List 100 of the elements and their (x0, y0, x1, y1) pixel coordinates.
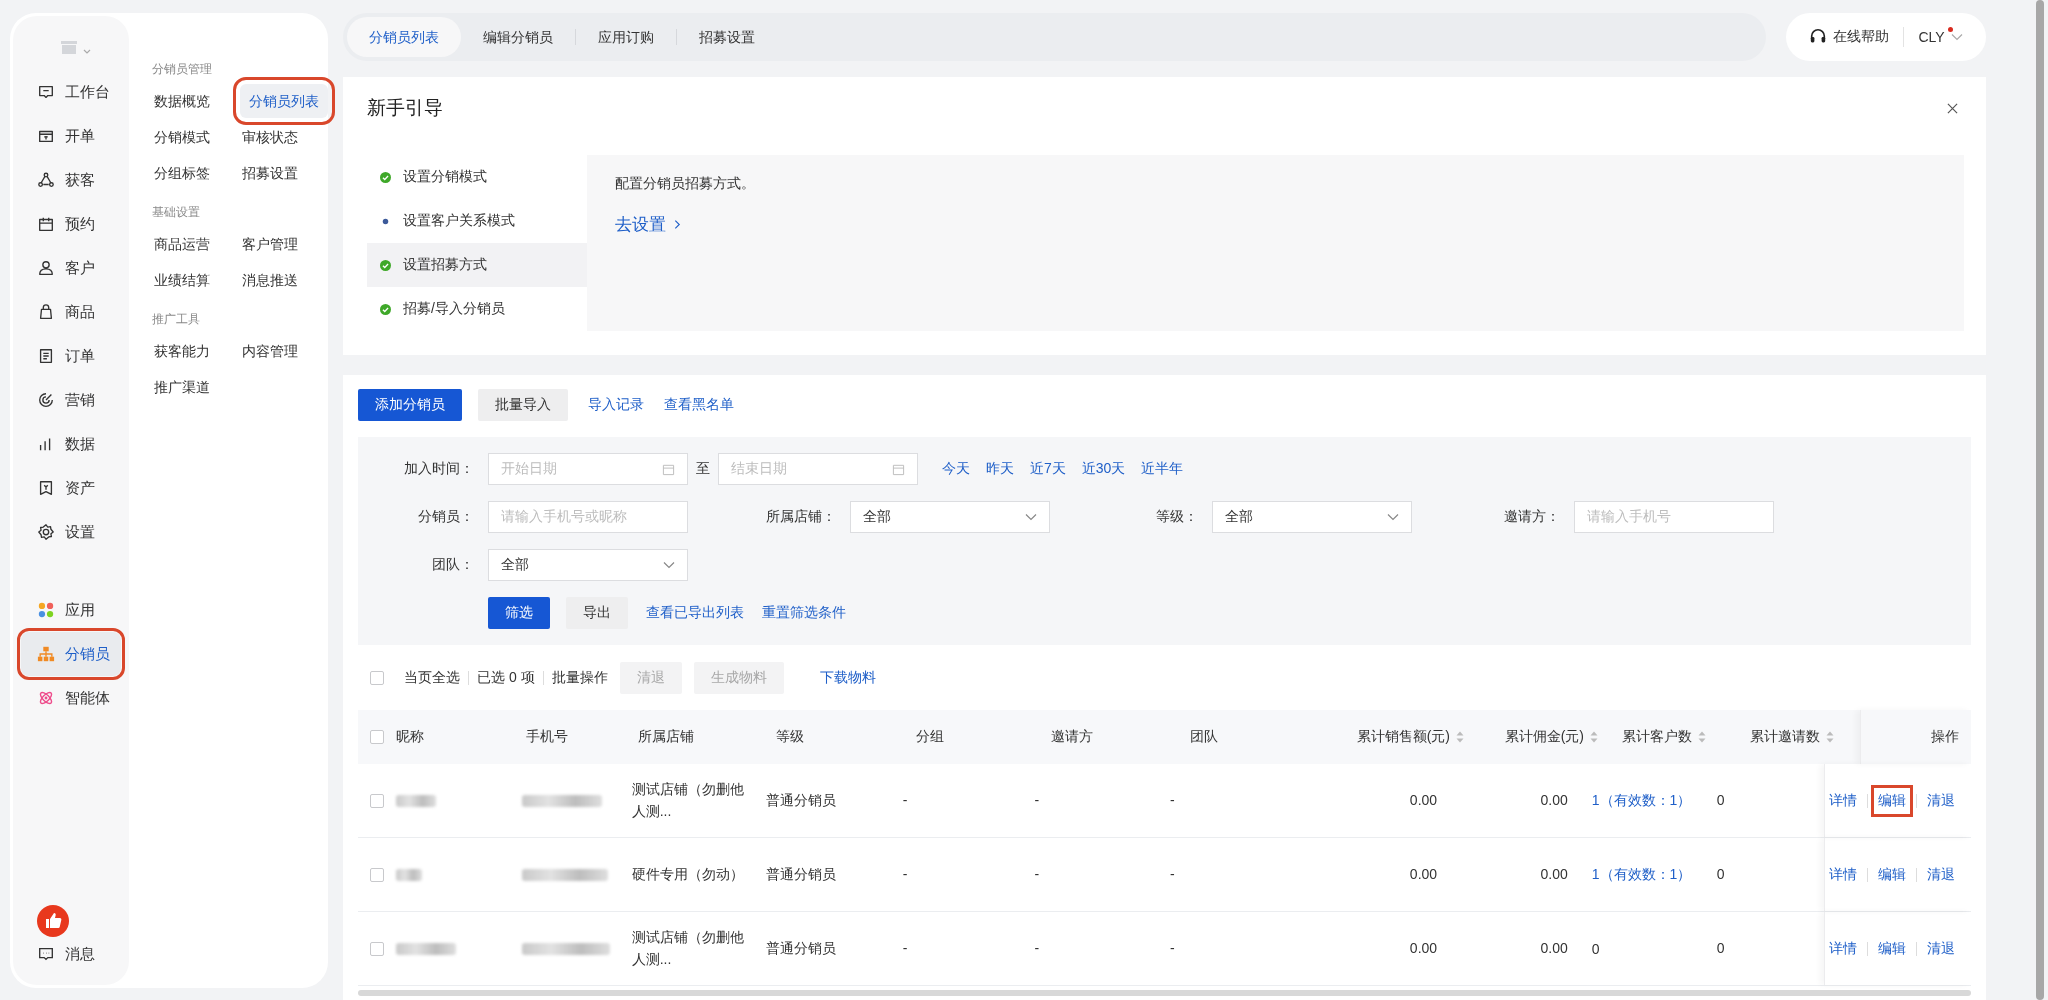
row-action-link[interactable]: 清退 (1923, 861, 1959, 888)
select-field[interactable]: 全部 (850, 501, 1050, 533)
checkbox[interactable] (370, 867, 384, 882)
row-action-link[interactable]: 清退 (1923, 935, 1959, 962)
tab[interactable]: 应用订购 (576, 17, 676, 57)
checkbox[interactable] (370, 671, 384, 685)
quick-date-link[interactable]: 近7天 (1030, 460, 1066, 478)
export-button[interactable]: 导出 (566, 597, 628, 629)
batch-ops-label: 批量操作 (551, 669, 608, 687)
row-action-link[interactable]: 编辑 (1874, 861, 1910, 888)
submenu-item[interactable]: 业绩结算 (152, 263, 240, 297)
redacted-text (395, 942, 456, 955)
table-cell-text: - (1170, 938, 1175, 958)
column-header[interactable]: 累计客户数 (1622, 728, 1706, 746)
quick-date-link[interactable]: 近半年 (1141, 460, 1184, 478)
customer-count-link[interactable]: 1（有效数：1） (1591, 791, 1692, 810)
nav-item[interactable]: 开单 (21, 114, 121, 158)
ticket-icon (37, 479, 55, 497)
select-all-label: 当页全选 (404, 669, 460, 687)
table-cell-text: 0 (1716, 864, 1725, 884)
table-cell-text: - (1170, 790, 1175, 810)
table-cell-text: 硬件专用（勿动） (631, 864, 744, 884)
nav-item[interactable]: 预约 (21, 202, 121, 246)
select-field[interactable]: 全部 (1212, 501, 1412, 533)
quick-date-link[interactable]: 今天 (942, 460, 970, 478)
guide-step[interactable]: 招募/导入分销员 (367, 287, 587, 331)
submenu-item[interactable]: 审核状态 (240, 120, 328, 154)
nav-item[interactable]: 智能体 (21, 676, 121, 720)
bag-icon (37, 303, 55, 321)
scrollbar[interactable] (358, 990, 1971, 996)
submenu-item[interactable]: 获客能力 (152, 334, 240, 368)
quick-date-link[interactable]: 昨天 (986, 460, 1014, 478)
submenu-item[interactable]: 分组标签 (152, 156, 240, 190)
guide-step[interactable]: 设置招募方式 (367, 243, 587, 287)
tab[interactable]: 分销员列表 (347, 17, 461, 57)
download-link[interactable]: 下载物料 (819, 669, 876, 687)
guide-step[interactable]: 设置分销模式 (367, 155, 587, 199)
submenu-item[interactable]: 消息推送 (240, 263, 328, 297)
table-cell-text: - (902, 864, 908, 884)
nav-item[interactable]: 数据 (21, 422, 121, 466)
close-icon[interactable] (1947, 102, 1958, 114)
field-label: 团队： (431, 556, 475, 574)
toolbar-link[interactable]: 导入记录 (588, 396, 644, 414)
guide-step[interactable]: 设置客户关系模式 (367, 199, 587, 243)
nav-item[interactable]: 客户 (21, 246, 121, 290)
nav-item[interactable]: 设置 (21, 510, 121, 554)
batch-import-button[interactable]: 批量导入 (478, 389, 568, 421)
setup-link[interactable]: 去设置 (615, 213, 681, 236)
row-action-link[interactable]: 编辑 (1874, 787, 1910, 814)
target-icon (37, 391, 55, 409)
column-header[interactable]: 累计销售额(元) (1356, 728, 1464, 746)
document-icon (37, 347, 55, 365)
nav-item[interactable]: 营销 (21, 378, 121, 422)
help-button[interactable]: 在线帮助 (1809, 28, 1890, 46)
filter-link[interactable]: 重置筛选条件 (762, 604, 846, 622)
nav-item[interactable]: 资产 (21, 466, 121, 510)
nav-item[interactable]: 应用 (21, 588, 121, 632)
submenu-item[interactable]: 分销模式 (152, 120, 240, 154)
submenu-item[interactable]: 客户管理 (240, 227, 328, 261)
row-action-link[interactable]: 详情 (1825, 935, 1861, 962)
menu-group-title: 分销员管理 (152, 61, 213, 78)
checkbox[interactable] (370, 941, 384, 956)
filter-link[interactable]: 查看已导出列表 (646, 604, 744, 622)
nav-item[interactable]: 消息 (21, 937, 121, 971)
row-action-link[interactable]: 编辑 (1874, 935, 1910, 962)
row-action-link[interactable]: 详情 (1825, 861, 1861, 888)
select-field[interactable]: 全部 (488, 549, 688, 581)
field-label: 邀请方： (1503, 508, 1561, 526)
checkbox[interactable] (370, 730, 384, 744)
row-action-link[interactable]: 详情 (1825, 787, 1861, 814)
column-header[interactable]: 累计邀请数 (1750, 728, 1834, 746)
table-cell-text: - (1034, 938, 1040, 958)
toolbar-link[interactable]: 查看黑名单 (664, 396, 734, 414)
nav-item[interactable]: 商品 (21, 290, 121, 334)
customer-count-link[interactable]: 1（有效数：1） (1591, 865, 1692, 884)
chevron-down-icon (663, 561, 675, 569)
hierarchy-icon (37, 645, 55, 663)
submenu-item[interactable]: 内容管理 (240, 334, 328, 368)
quick-date-link[interactable]: 近30天 (1081, 460, 1126, 478)
submenu-item[interactable]: 数据概览 (152, 84, 240, 118)
scrollbar[interactable] (2036, 0, 2044, 1000)
column-header[interactable]: 累计佣金(元) (1504, 728, 1598, 746)
checkbox[interactable] (370, 793, 384, 808)
thumbs-up-icon[interactable] (37, 905, 69, 937)
nav-item[interactable]: 订单 (21, 334, 121, 378)
table-cell-text: - (902, 790, 908, 810)
field-label: 加入时间： (403, 460, 475, 478)
submenu-item[interactable]: 商品运营 (152, 227, 240, 261)
add-distributor-button[interactable]: 添加分销员 (358, 389, 462, 421)
nav-item[interactable]: 工作台 (21, 70, 121, 114)
chevron-down-icon (1387, 513, 1399, 521)
submenu-item[interactable]: 招募设置 (240, 156, 328, 190)
field-label: 分销员： (417, 508, 475, 526)
user-menu[interactable]: CLY (1918, 29, 1963, 45)
row-action-link[interactable]: 清退 (1923, 787, 1959, 814)
nav-item[interactable]: 获客 (21, 158, 121, 202)
tab[interactable]: 编辑分销员 (461, 17, 575, 57)
submenu-item[interactable]: 推广渠道 (152, 370, 240, 404)
filter-button[interactable]: 筛选 (488, 597, 550, 629)
tab[interactable]: 招募设置 (677, 17, 777, 57)
